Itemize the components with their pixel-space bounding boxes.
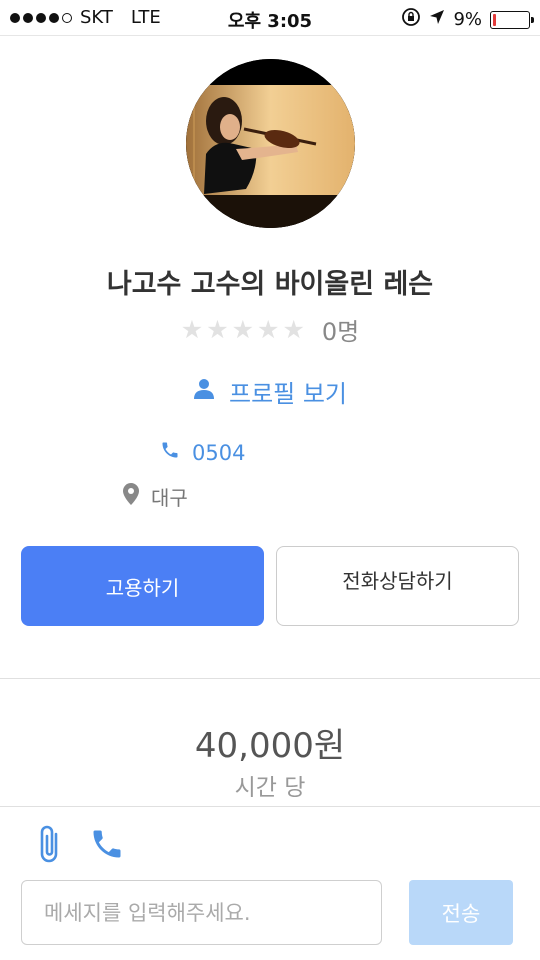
location-arrow-icon <box>429 9 445 30</box>
hire-button[interactable]: 고용하기 <box>21 546 264 626</box>
rating: ★ ★ ★ ★ ★ 0명 <box>0 312 540 347</box>
view-profile-link[interactable]: 프로필 보기 <box>0 374 540 409</box>
price-unit: 시간 당 <box>234 775 306 801</box>
lesson-title: 나고수 고수의 바이올린 레슨 <box>106 269 434 300</box>
message-input[interactable] <box>21 880 382 945</box>
phone-row[interactable]: 0504 <box>160 440 245 465</box>
price: 40,000원 <box>194 726 346 766</box>
call-icon[interactable] <box>89 826 125 866</box>
divider <box>0 678 540 679</box>
rating-count: 0명 <box>321 318 360 346</box>
paperclip-icon[interactable] <box>36 824 62 868</box>
star-icon: ★ <box>180 315 204 344</box>
battery-percent: 9% <box>453 9 482 30</box>
avatar <box>186 59 355 228</box>
location-text: 대구 <box>151 486 188 510</box>
star-icon: ★ <box>257 315 280 344</box>
status-right: 9% <box>401 7 534 32</box>
battery-icon <box>490 10 534 29</box>
star-icon: ★ <box>206 315 229 344</box>
orientation-lock-icon <box>401 7 421 32</box>
person-icon <box>193 378 215 406</box>
view-profile-label: 프로필 보기 <box>228 380 348 408</box>
status-bar: SKT LTE 오후 3:05 9% <box>0 0 540 36</box>
phone-consult-button[interactable]: 전화상담하기 <box>276 546 519 626</box>
location-pin-icon <box>123 483 139 510</box>
phone-icon <box>160 440 180 465</box>
phone-number: 0504 <box>192 440 246 465</box>
location-row: 대구 <box>123 482 188 511</box>
star-icon: ★ <box>231 315 255 344</box>
send-button[interactable]: 전송 <box>409 880 513 945</box>
divider <box>0 806 540 807</box>
star-icon: ★ <box>282 315 305 344</box>
